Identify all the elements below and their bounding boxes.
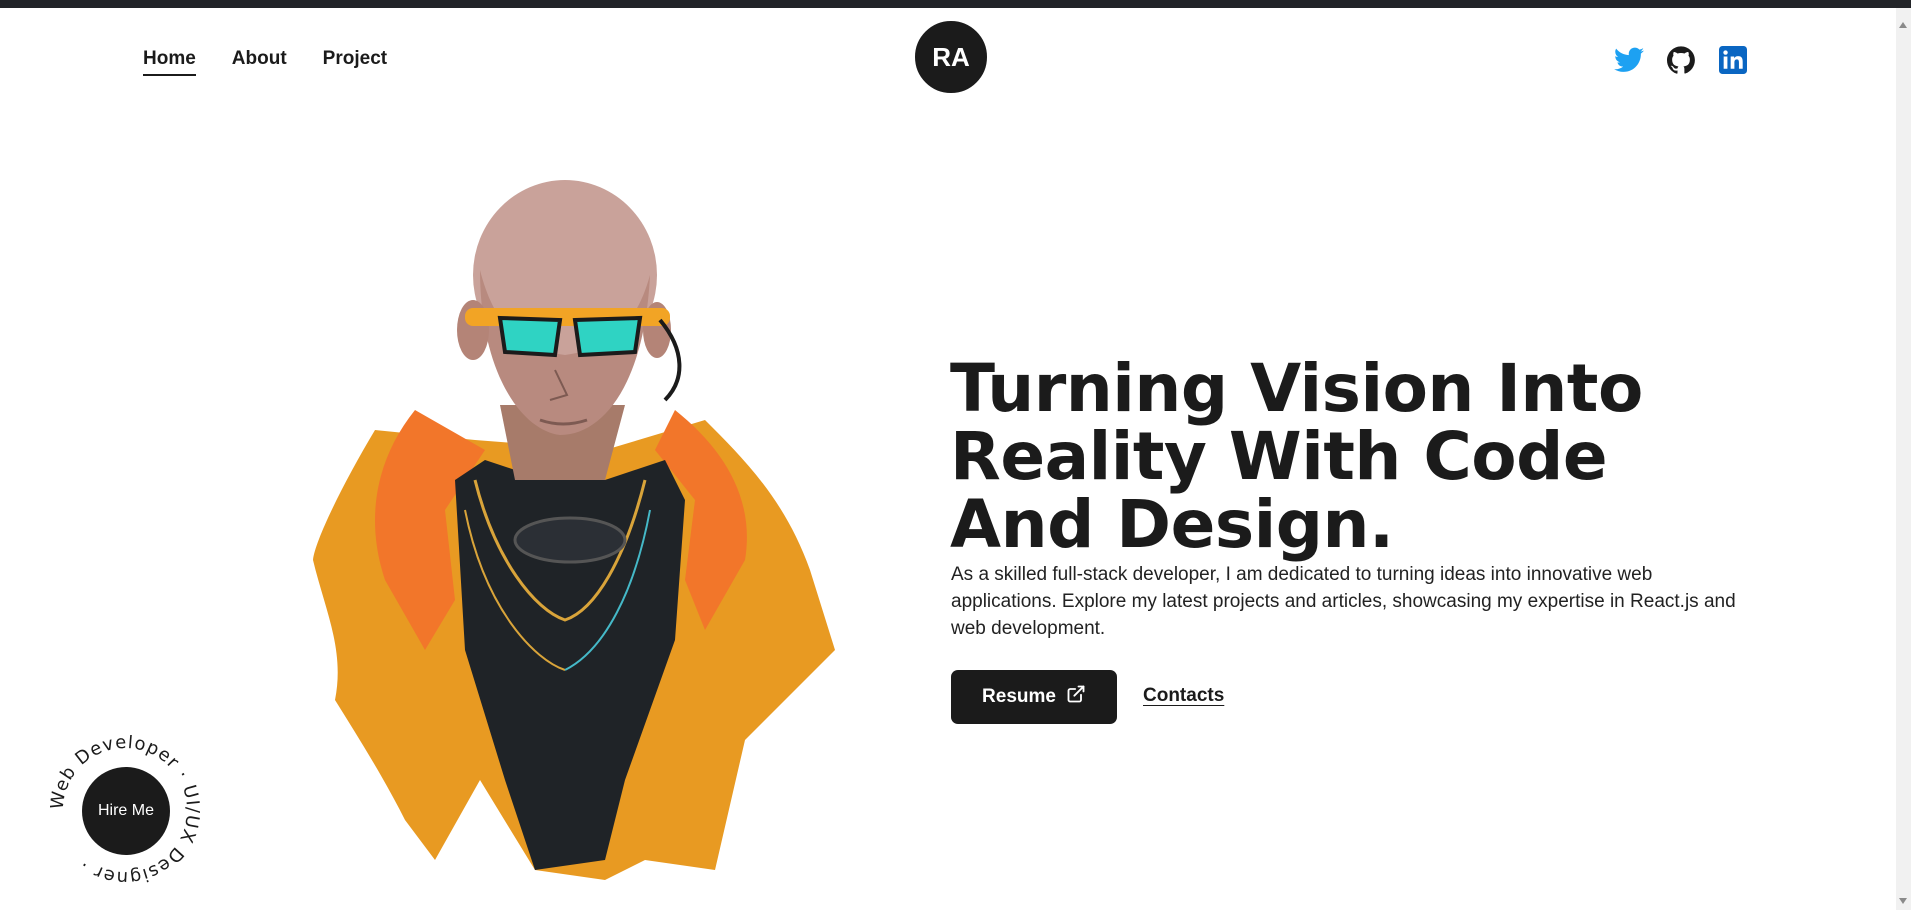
hero-headline: Turning Vision Into Reality With Code An… — [950, 355, 1710, 559]
hero-description: As a skilled full-stack developer, I am … — [951, 564, 1736, 639]
twitter-icon[interactable] — [1614, 45, 1644, 75]
nav-about-link[interactable]: About — [232, 48, 287, 76]
scroll-down-icon[interactable] — [1899, 898, 1907, 904]
github-icon[interactable] — [1666, 45, 1696, 75]
contacts-link[interactable]: Contacts — [1143, 685, 1224, 707]
external-link-icon — [1066, 684, 1086, 710]
nav-home-link[interactable]: Home — [143, 48, 196, 76]
resume-button-label: Resume — [982, 686, 1056, 707]
scroll-up-icon[interactable] — [1899, 22, 1907, 28]
headline-line-1: Turning Vision Into — [950, 350, 1643, 427]
browser-top-strip — [0, 0, 1911, 8]
hire-me-button[interactable]: Hire Me — [82, 767, 170, 855]
hire-me-badge[interactable]: Web Developer · UI/UX Designer · Hire Me — [47, 732, 202, 888]
headline-line-3: And Design. — [950, 486, 1394, 563]
nav-project-link[interactable]: Project — [323, 48, 387, 76]
social-links — [1614, 45, 1748, 75]
resume-button[interactable]: Resume — [951, 670, 1117, 724]
hero-portrait-illustration — [313, 180, 835, 880]
linkedin-icon[interactable] — [1718, 45, 1748, 75]
page-scrollbar[interactable] — [1896, 8, 1911, 910]
headline-line-2: Reality With Code — [950, 418, 1608, 495]
main-nav: Home About Project — [143, 48, 387, 76]
site-logo[interactable]: RA — [915, 21, 987, 93]
